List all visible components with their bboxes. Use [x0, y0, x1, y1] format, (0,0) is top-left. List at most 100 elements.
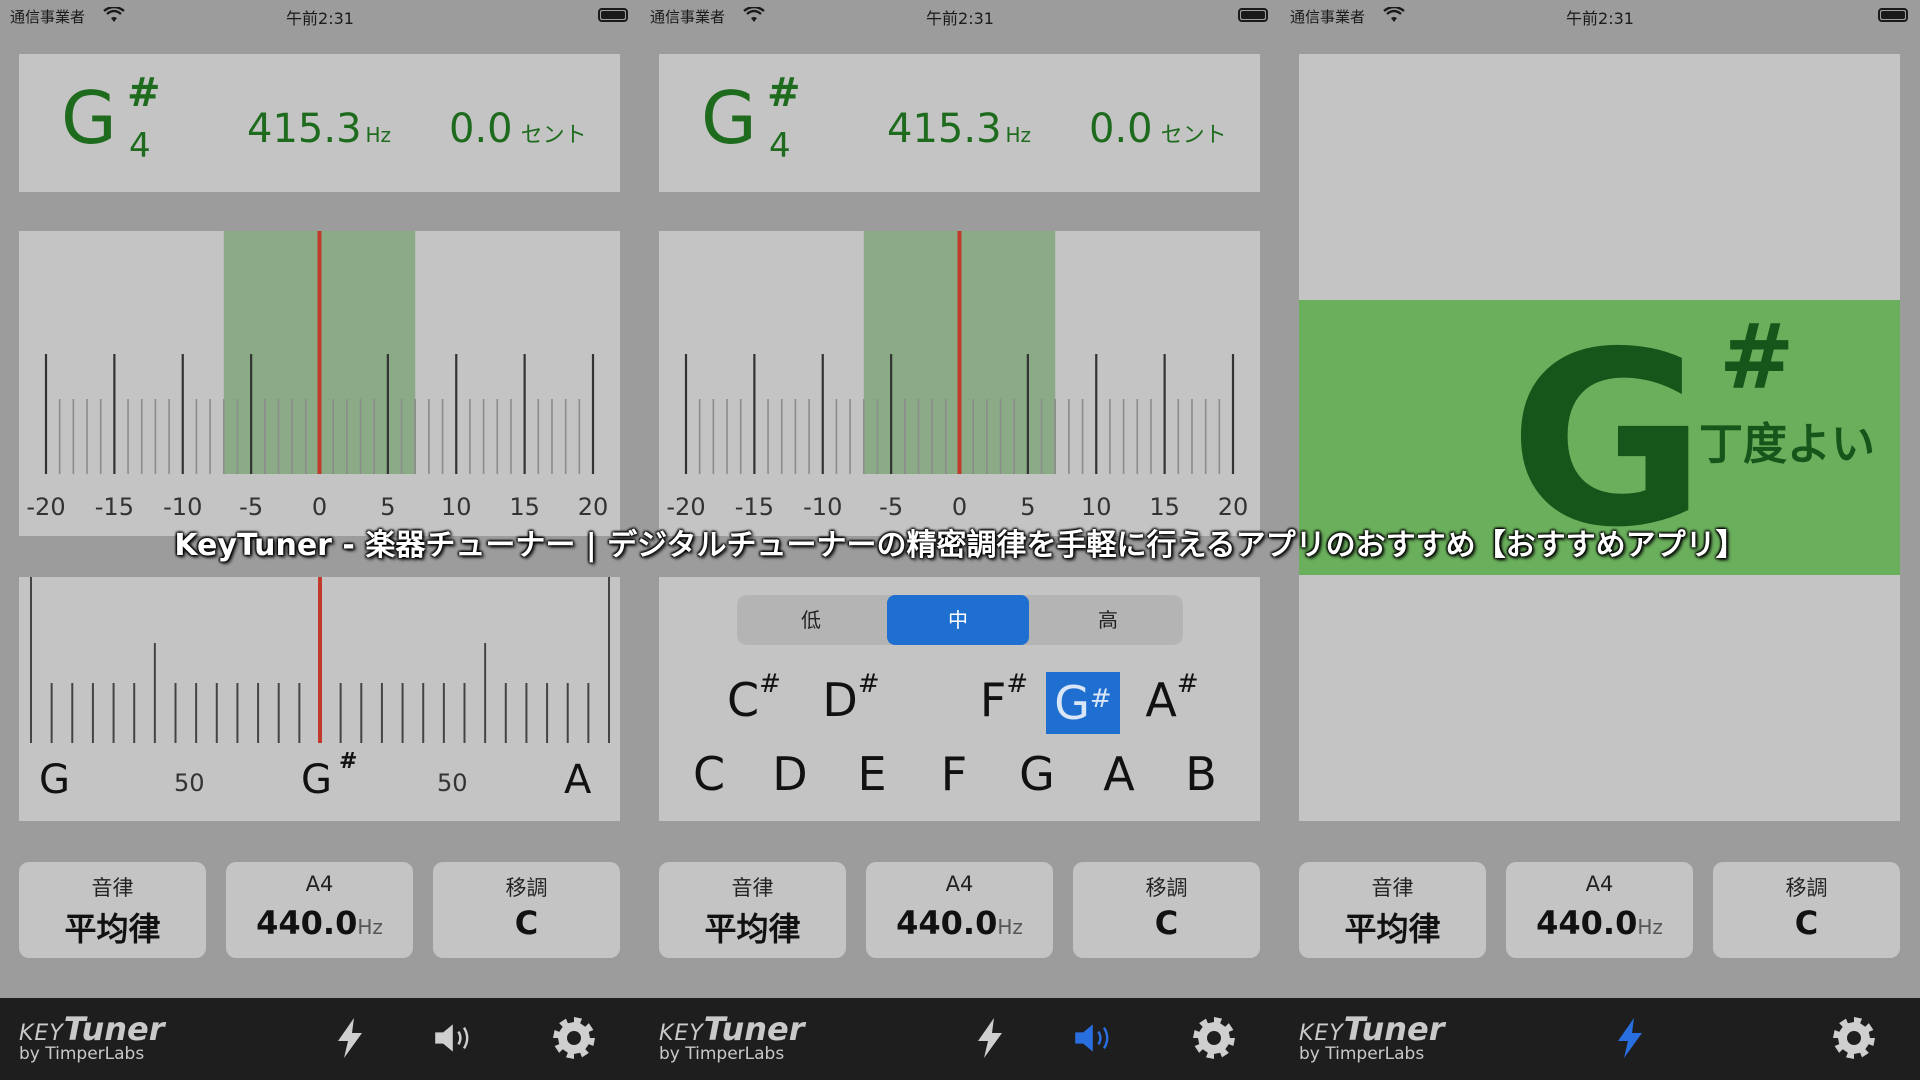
- logo-key: KEY: [659, 1021, 704, 1046]
- key-c-sharp[interactable]: C#: [719, 669, 789, 727]
- gear-icon[interactable]: [1190, 1014, 1238, 1062]
- gear-icon[interactable]: [1830, 1014, 1878, 1062]
- tab-bar: KEYTuner by TimperLabs: [0, 998, 640, 1080]
- status-bar: 通信事業者 午前2:31: [640, 0, 1280, 32]
- in-tune-sharp: #: [1719, 305, 1795, 410]
- key-b[interactable]: B: [1166, 747, 1236, 801]
- speaker-icon-active[interactable]: [1072, 1014, 1120, 1062]
- strip-label-center-sharp: #: [339, 749, 358, 774]
- tab-bar: KEYTuner by TimperLabs: [640, 998, 1280, 1080]
- key-a-sharp-sign: #: [1176, 669, 1199, 699]
- temperament-value: 平均律: [1344, 910, 1441, 948]
- meter-tick-label: -20: [26, 493, 65, 521]
- range-segmented-control: 低 中 高: [737, 595, 1183, 645]
- key-g[interactable]: G: [1002, 747, 1072, 801]
- transpose-button[interactable]: 移調 C: [1073, 862, 1260, 958]
- temperament-label: 音律: [1371, 876, 1414, 900]
- app-logo: KEYTuner by TimperLabs: [659, 1010, 805, 1064]
- a4-value-wrap: 440.0Hz: [226, 904, 413, 942]
- logo-by: by TimperLabs: [659, 1044, 785, 1064]
- settings-row: 音律 平均律 A4 440.0Hz 移調 C: [19, 862, 620, 958]
- status-time: 午前2:31: [926, 9, 994, 28]
- key-c[interactable]: C: [674, 747, 744, 801]
- gear-hole: [1847, 1031, 1861, 1045]
- meter-tick-label: 5: [380, 493, 395, 521]
- frequency-value: 415.3: [247, 106, 362, 152]
- key-e[interactable]: E: [837, 747, 907, 801]
- a4-value: 440.0: [1536, 904, 1638, 942]
- cents-value: 0.0: [1089, 106, 1153, 152]
- a4-pitch-button[interactable]: A4 440.0Hz: [226, 862, 413, 958]
- key-g-sharp[interactable]: G#: [1046, 672, 1120, 734]
- key-f-sharp-letter: F: [979, 673, 1007, 727]
- strip-label-center-note: G: [301, 757, 332, 803]
- app-logo: KEYTuner by TimperLabs: [19, 1010, 165, 1064]
- transpose-button[interactable]: 移調 C: [433, 862, 620, 958]
- a4-pitch-button[interactable]: A4 440.0Hz: [866, 862, 1053, 958]
- key-select-panel: 低 中 高 C# D# F# G# A# C D E F G A B: [659, 577, 1260, 821]
- meter-tick-label: -5: [879, 493, 903, 521]
- status-bar: 通信事業者 午前2:31: [0, 0, 640, 32]
- speaker-icon[interactable]: [432, 1014, 480, 1062]
- temperament-button[interactable]: 音律 平均律: [19, 862, 206, 958]
- a4-pitch-button[interactable]: A4 440.0Hz: [1506, 862, 1693, 958]
- a4-value: 440.0: [896, 904, 998, 942]
- transpose-button[interactable]: 移調 C: [1713, 862, 1900, 958]
- frequency-unit: Hz: [365, 123, 392, 147]
- a4-value-wrap: 440.0Hz: [1506, 904, 1693, 942]
- range-high-tab[interactable]: 高: [1033, 595, 1183, 645]
- detected-sharp: #: [127, 70, 161, 116]
- meter-tick-label: -10: [163, 493, 202, 521]
- temperament-button[interactable]: 音律 平均律: [1299, 862, 1486, 958]
- meter-tick-label: 0: [312, 493, 327, 521]
- caption-overlay: KeyTuner - 楽器チューナー | デジタルチューナーの精密調律を手軽に行…: [174, 528, 1746, 563]
- meter-tick-label: -5: [239, 493, 263, 521]
- lightning-icon[interactable]: [966, 1014, 1014, 1062]
- transpose-label: 移調: [1145, 876, 1188, 900]
- temperament-value: 平均律: [64, 910, 161, 948]
- cents-value: 0.0: [449, 106, 513, 152]
- a4-label: A4: [1585, 872, 1614, 896]
- lightning-icon[interactable]: [326, 1014, 374, 1062]
- cents-readout: 0.0 セント: [449, 106, 587, 152]
- key-a-sharp-letter: A: [1145, 673, 1177, 727]
- gear-hole: [567, 1031, 581, 1045]
- lightning-icon-active[interactable]: [1606, 1014, 1654, 1062]
- a4-unit: Hz: [997, 915, 1023, 939]
- logo-tuner: Tuner: [703, 1010, 805, 1048]
- key-c-sharp-sign: #: [759, 669, 781, 699]
- a4-unit: Hz: [1637, 915, 1663, 939]
- key-d[interactable]: D: [755, 747, 825, 801]
- cents-unit: セント: [1160, 123, 1227, 148]
- key-d-sharp[interactable]: D#: [816, 669, 886, 727]
- meter-tick-label: -15: [95, 493, 134, 521]
- gear-hole: [1207, 1031, 1221, 1045]
- a4-value-wrap: 440.0Hz: [866, 904, 1053, 942]
- frequency-readout: 415.3 Hz: [247, 106, 391, 152]
- meter-tick-label: -20: [666, 493, 705, 521]
- transpose-value: C: [1154, 904, 1179, 942]
- key-c-sharp-letter: C: [727, 673, 760, 727]
- key-a-sharp[interactable]: A#: [1137, 669, 1207, 727]
- cents-meter-panel: -20 -15 -10 -5 0 5 10 15 20: [659, 231, 1260, 536]
- transpose-label: 移調: [505, 876, 548, 900]
- temperament-button[interactable]: 音律 平均律: [659, 862, 846, 958]
- cents-unit: セント: [520, 123, 587, 148]
- meter-tick-label: -15: [735, 493, 774, 521]
- range-low-tab[interactable]: 低: [737, 595, 885, 645]
- range-mid-tab[interactable]: 中: [887, 595, 1029, 645]
- status-bar: 通信事業者 午前2:31: [1280, 0, 1920, 32]
- frequency-value: 415.3: [887, 106, 1002, 152]
- key-f-sharp[interactable]: F#: [969, 669, 1039, 727]
- gear-icon[interactable]: [550, 1014, 598, 1062]
- note-readout-panel: G # 4 415.3 Hz 0.0 セント: [19, 54, 620, 192]
- logo-tuner: Tuner: [63, 1010, 165, 1048]
- frequency-readout: 415.3 Hz: [887, 106, 1031, 152]
- app-logo: KEYTuner by TimperLabs: [1299, 1010, 1445, 1064]
- key-d-sharp-letter: D: [822, 673, 858, 727]
- semitone-strip-panel: G 50 G # 50 A: [19, 577, 620, 821]
- key-f-sharp-sign: #: [1006, 669, 1029, 699]
- key-f[interactable]: F: [919, 747, 989, 801]
- key-a[interactable]: A: [1084, 747, 1154, 801]
- key-g-sharp-letter: G: [1054, 676, 1090, 730]
